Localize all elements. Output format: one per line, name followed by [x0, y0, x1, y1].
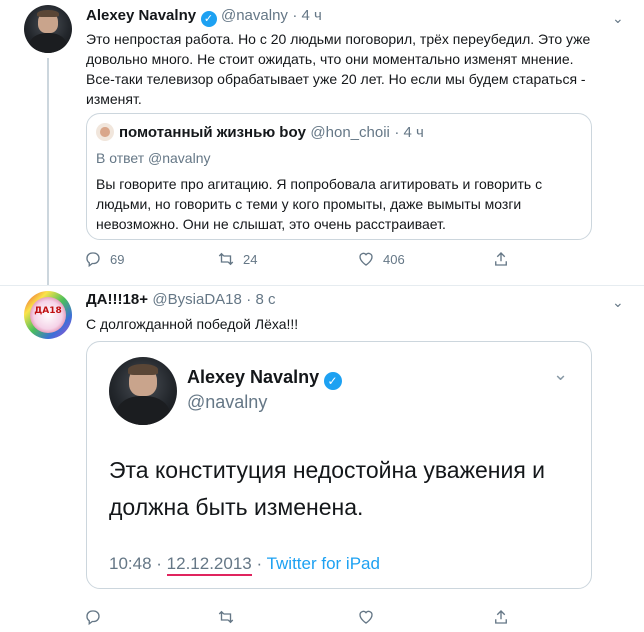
author-name[interactable]: ДА!!!18+ — [86, 291, 148, 308]
tweet-header: Alexey Navalny ✓ @navalny · 4 ч — [86, 7, 322, 27]
retweet-button[interactable] — [217, 608, 357, 626]
reply-icon — [86, 610, 100, 626]
embedded-header: Alexey Navalny ✓ — [187, 367, 342, 390]
like-icon — [359, 610, 373, 624]
embedded-time: 10:48 — [109, 554, 152, 573]
tweet-actions — [84, 608, 514, 626]
tweet-bysiada18[interactable]: ДА18 ДА!!!18+ @BysiaDA18 · 8 с ⌄ С долго… — [0, 286, 644, 632]
embedded-source: Twitter for iPad — [266, 554, 380, 573]
chevron-down-icon[interactable]: ⌄ — [612, 10, 624, 27]
quote-author-handle: @hon_choii — [310, 124, 390, 141]
embedded-date: 12.12.2013 — [166, 554, 252, 576]
reply-icon — [86, 252, 100, 268]
tweet-navalny[interactable]: Alexey Navalny ✓ @navalny · 4 ч ⌄ Это не… — [0, 0, 644, 285]
reply-button[interactable] — [84, 608, 217, 626]
author-name[interactable]: Alexey Navalny — [86, 7, 196, 24]
author-handle[interactable]: @navalny — [221, 7, 288, 24]
embedded-author-handle: @navalny — [187, 392, 268, 412]
retweet-button[interactable]: 24 — [217, 250, 357, 268]
avatar-text: ДА18 — [34, 306, 62, 317]
avatar-bysiada18[interactable]: ДА18 — [24, 291, 72, 339]
embedded-author-name: Alexey Navalny — [187, 367, 320, 387]
tweet-actions: 69 24 406 — [84, 250, 514, 268]
retweet-icon — [218, 252, 234, 266]
tweet-text: Это непростая работа. Но с 20 людьми пог… — [86, 31, 591, 107]
quote-header: помотанный жизнью boy @hon_choii · 4 ч — [119, 124, 424, 142]
share-icon — [495, 252, 507, 266]
retweet-count: 24 — [243, 251, 258, 267]
like-button[interactable] — [357, 608, 492, 626]
like-icon — [359, 252, 373, 266]
reply-button[interactable]: 69 — [84, 250, 217, 268]
like-button[interactable]: 406 — [357, 250, 492, 268]
tweet-time[interactable]: · 4 ч — [292, 7, 322, 24]
embedded-meta: 10:48 · 12.12.2013 · Twitter for iPad — [109, 554, 380, 576]
embedded-tweet-image[interactable]: Alexey Navalny ✓ @navalny ⌄ Эта конститу… — [86, 341, 592, 589]
thread-line — [47, 58, 49, 285]
share-icon — [495, 610, 507, 624]
quote-text: Вы говорите про агитацию. Я попробовала … — [96, 176, 543, 232]
author-handle[interactable]: @BysiaDA18 — [152, 291, 241, 308]
avatar-navalny[interactable] — [24, 5, 72, 53]
tweet-header: ДА!!!18+ @BysiaDA18 · 8 с — [86, 291, 275, 309]
quote-time: · 4 ч — [394, 124, 424, 141]
reply-count: 69 — [110, 251, 125, 267]
share-button[interactable] — [492, 250, 510, 268]
embedded-text: Эта конституция недостойна уважения и до… — [109, 457, 546, 520]
tweet-time[interactable]: · 8 с — [246, 291, 275, 308]
embedded-avatar — [109, 357, 177, 425]
like-count: 406 — [383, 251, 405, 267]
retweet-icon — [218, 610, 234, 624]
share-button[interactable] — [492, 608, 510, 626]
quote-author-name: помотанный жизнью boy — [119, 124, 306, 141]
avatar-hon-choii — [96, 123, 114, 141]
embedded-chevron-down-icon: ⌄ — [553, 364, 569, 384]
quoted-tweet[interactable]: помотанный жизнью boy @hon_choii · 4 ч В… — [86, 113, 592, 240]
tweet-text: С долгожданной победой Лёха!!! — [86, 316, 299, 332]
verified-icon: ✓ — [323, 372, 342, 390]
chevron-down-icon[interactable]: ⌄ — [612, 294, 624, 311]
reply-to-label: В ответ @navalny — [96, 150, 211, 166]
verified-icon: ✓ — [200, 11, 217, 27]
